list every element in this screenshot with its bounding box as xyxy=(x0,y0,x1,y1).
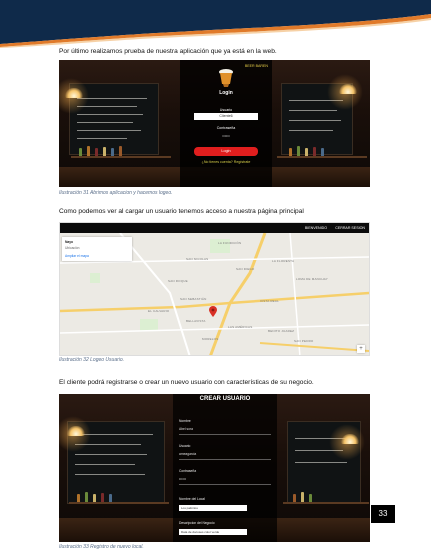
nav-logout[interactable]: CERRAR SESION xyxy=(335,226,365,230)
header-wave-graphic xyxy=(0,0,431,48)
info-title: Nayo xyxy=(65,240,74,244)
register-link[interactable]: ¿No tienes cuenta? Regístrate xyxy=(180,160,272,164)
local-name-label: Nombre del Local xyxy=(179,497,205,501)
user-label: Usuario xyxy=(179,444,191,448)
map-label: SAN ROQUE xyxy=(168,279,188,283)
screenshot-login: BEER BAREN Login Usuario Cliente6 Contra… xyxy=(59,60,370,187)
password-field[interactable]: •••••• xyxy=(179,477,186,481)
header-band xyxy=(0,0,431,48)
map-label: BELLAVISTA xyxy=(186,319,206,323)
map-label: SAN NICOLAS xyxy=(186,257,209,261)
user-input[interactable]: Cliente6 xyxy=(194,113,258,120)
map-label: SAN SEBASTIÁN xyxy=(180,297,207,301)
name-underline xyxy=(179,434,271,435)
nav-welcome[interactable]: BIENVENIDO xyxy=(305,226,327,230)
paragraph-register: El cliente podrá registrarse o crear un … xyxy=(59,379,314,386)
pass-input[interactable]: •••••• xyxy=(180,134,272,138)
login-button[interactable]: Login xyxy=(194,147,258,156)
beer-mug-logo-icon xyxy=(219,69,233,87)
username-field[interactable]: ameagarcia xyxy=(179,452,196,456)
paragraph-main-page: Como podemos ver al cargar un usuario te… xyxy=(59,208,304,215)
zoom-in-icon[interactable]: + xyxy=(357,345,365,353)
register-panel: CREAR USUARIO Nombre Abel sora Usuario a… xyxy=(173,394,277,542)
map-label: VISTA REAL xyxy=(260,299,279,303)
login-title: Login xyxy=(219,90,233,96)
page-number: 33 xyxy=(371,505,395,523)
caption-31: Ilustración 31 Abrimos aplicacion y hace… xyxy=(59,190,173,196)
paragraph-intro: Por último realizamos prueba de nuestra … xyxy=(59,48,277,55)
pass-label: Contraseña xyxy=(216,126,236,130)
map-label: LAS AMÉRICAS xyxy=(228,325,253,329)
map-label: SAN DIEGO xyxy=(236,267,255,271)
map-label: SAN PEDRO xyxy=(294,339,314,343)
map-label: EL CALVARIO xyxy=(148,309,170,313)
name-field[interactable]: Abel sora xyxy=(179,427,193,431)
brand-label: BEER BAREN xyxy=(244,64,268,68)
caption-32: Ilustración 32 Logeo Usuario. xyxy=(59,357,125,363)
map-label: MORELOS xyxy=(202,337,219,341)
info-enlarge-link[interactable]: Ampliar el mapa xyxy=(65,254,89,258)
map-info-box: Nayo Ubicación Ampliar el mapa xyxy=(62,237,132,261)
login-panel: BEER BAREN Login Usuario Cliente6 Contra… xyxy=(180,60,272,187)
description-input[interactable]: Data de docuses color verde xyxy=(179,529,247,535)
user-underline xyxy=(179,459,271,460)
map-label: LA FUNDICIÓN xyxy=(218,241,242,245)
user-label: Usuario xyxy=(219,108,233,112)
map-label: LOMA DE MANCHAY xyxy=(296,277,328,281)
password-underline xyxy=(179,484,271,485)
caption-33: Ilustración 33 Registro de nuevo local. xyxy=(59,544,144,550)
register-title: CREAR USUARIO xyxy=(199,396,251,402)
map-label: LA FLORESTA xyxy=(272,259,295,263)
name-label: Nombre xyxy=(179,419,191,423)
screenshot-register: CREAR USUARIO Nombre Abel sora Usuario a… xyxy=(59,394,370,542)
local-name-input[interactable]: Los palmitos xyxy=(179,505,247,511)
info-subtitle: Ubicación xyxy=(65,246,80,250)
screenshot-map: BIENVENIDO CERRAR SESION Nayo Ubicación … xyxy=(59,222,370,356)
password-label: Contraseña xyxy=(179,469,197,473)
navbar: BIENVENIDO CERRAR SESION xyxy=(60,223,369,233)
description-label: Descripcion del Negocio xyxy=(179,521,215,525)
location-marker-icon[interactable] xyxy=(209,306,217,317)
map-label: BENITO JUAREZ xyxy=(268,329,295,333)
map-canvas[interactable]: Nayo Ubicación Ampliar el mapa LA FUNDIC… xyxy=(60,233,369,355)
